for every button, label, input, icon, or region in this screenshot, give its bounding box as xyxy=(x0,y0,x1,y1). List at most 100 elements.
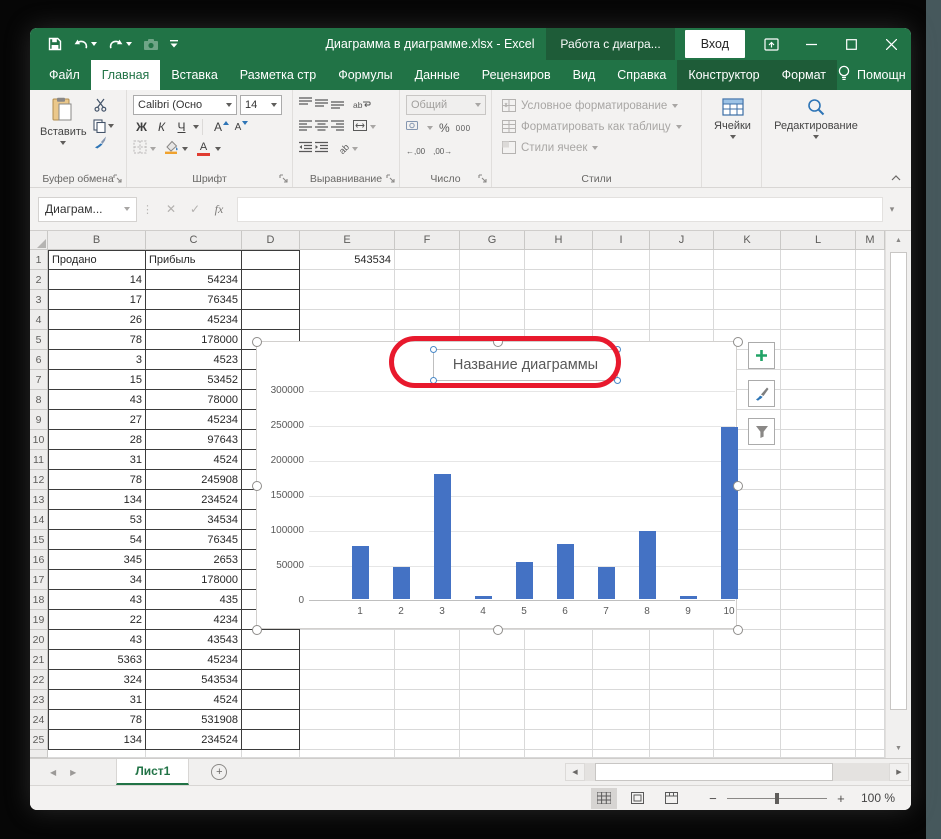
column-header-M[interactable]: M xyxy=(856,231,885,250)
cell-L20[interactable] xyxy=(781,630,856,650)
save-icon[interactable] xyxy=(48,37,62,51)
cell-G24[interactable] xyxy=(460,710,525,730)
cell-C20[interactable]: 43543 xyxy=(146,630,242,650)
cell-L16[interactable] xyxy=(781,550,856,570)
tab-справка[interactable]: Справка xyxy=(606,60,677,90)
cell-H22[interactable] xyxy=(525,670,593,690)
cell-F3[interactable] xyxy=(395,290,460,310)
dialog-launcher-icon[interactable] xyxy=(279,174,289,184)
cell-L12[interactable] xyxy=(781,470,856,490)
cell-C26[interactable] xyxy=(146,750,242,758)
cell-L11[interactable] xyxy=(781,450,856,470)
sign-in-button[interactable]: Вход xyxy=(685,30,745,58)
insert-function-icon[interactable]: fx xyxy=(207,202,231,217)
font-name-combo[interactable]: Calibri (Осно xyxy=(133,95,237,115)
chart-selection-handle[interactable] xyxy=(493,625,503,635)
cell-C6[interactable]: 4523 xyxy=(146,350,242,370)
tab-данные[interactable]: Данные xyxy=(404,60,471,90)
orientation-icon[interactable]: ab xyxy=(337,142,351,156)
minimize-button[interactable] xyxy=(791,28,831,60)
cell-F4[interactable] xyxy=(395,310,460,330)
cell-B5[interactable]: 78 xyxy=(48,330,146,350)
dropdown-arrow-icon[interactable] xyxy=(370,125,376,129)
expand-formula-bar-icon[interactable]: ▾ xyxy=(883,204,901,215)
cell-E2[interactable] xyxy=(300,270,395,290)
zoom-out-icon[interactable]: − xyxy=(707,791,719,806)
chart-bar-7[interactable] xyxy=(598,567,615,599)
select-all-corner[interactable] xyxy=(30,231,48,250)
row-header-9[interactable]: 9 xyxy=(30,410,48,430)
cell-K21[interactable] xyxy=(714,650,781,670)
row-header-5[interactable]: 5 xyxy=(30,330,48,350)
page-break-view-button[interactable] xyxy=(659,788,685,809)
cell-C23[interactable]: 4524 xyxy=(146,690,242,710)
cell-F20[interactable] xyxy=(395,630,460,650)
cell-D20[interactable] xyxy=(242,630,300,650)
next-sheet-icon[interactable]: ▶ xyxy=(70,768,76,777)
cell-J22[interactable] xyxy=(650,670,714,690)
cell-M14[interactable] xyxy=(856,510,885,530)
cell-M13[interactable] xyxy=(856,490,885,510)
cell-M26[interactable] xyxy=(856,750,885,758)
cell-L8[interactable] xyxy=(781,390,856,410)
dialog-launcher-icon[interactable] xyxy=(113,174,123,184)
row-header-22[interactable]: 22 xyxy=(30,670,48,690)
tab-формат[interactable]: Формат xyxy=(771,60,837,90)
dialog-launcher-icon[interactable] xyxy=(478,174,488,184)
cell-K25[interactable] xyxy=(714,730,781,750)
cell-K24[interactable] xyxy=(714,710,781,730)
scroll-down-icon[interactable]: ▼ xyxy=(886,739,911,758)
chart-bar-10[interactable] xyxy=(721,427,738,599)
cell-G20[interactable] xyxy=(460,630,525,650)
close-button[interactable] xyxy=(871,28,911,60)
cell-C13[interactable]: 234524 xyxy=(146,490,242,510)
cell-M4[interactable] xyxy=(856,310,885,330)
column-header-L[interactable]: L xyxy=(781,231,856,250)
cell-M6[interactable] xyxy=(856,350,885,370)
cell-J2[interactable] xyxy=(650,270,714,290)
copy-button[interactable] xyxy=(93,119,114,133)
title-handle[interactable] xyxy=(430,346,437,353)
cell-E25[interactable] xyxy=(300,730,395,750)
cell-J4[interactable] xyxy=(650,310,714,330)
shrink-font-button[interactable]: А xyxy=(233,118,250,136)
cell-L23[interactable] xyxy=(781,690,856,710)
cell-C11[interactable]: 4524 xyxy=(146,450,242,470)
increase-indent-icon[interactable] xyxy=(315,140,328,158)
row-header-25[interactable]: 25 xyxy=(30,730,48,750)
cell-B19[interactable]: 22 xyxy=(48,610,146,630)
cell-L2[interactable] xyxy=(781,270,856,290)
cell-E1[interactable]: 543534 xyxy=(300,250,395,270)
cell-L14[interactable] xyxy=(781,510,856,530)
cell-C25[interactable]: 234524 xyxy=(146,730,242,750)
cell-E26[interactable] xyxy=(300,750,395,758)
cell-M10[interactable] xyxy=(856,430,885,450)
cell-K23[interactable] xyxy=(714,690,781,710)
chart-bar-4[interactable] xyxy=(475,596,492,599)
column-header-B[interactable]: B xyxy=(48,231,146,250)
cell-L3[interactable] xyxy=(781,290,856,310)
cell-K1[interactable] xyxy=(714,250,781,270)
chart-selection-handle[interactable] xyxy=(252,481,262,491)
scroll-up-icon[interactable]: ▲ xyxy=(886,231,911,250)
dropdown-arrow-icon[interactable] xyxy=(150,147,156,151)
cell-M23[interactable] xyxy=(856,690,885,710)
cell-M8[interactable] xyxy=(856,390,885,410)
row-header-18[interactable]: 18 xyxy=(30,590,48,610)
cell-G22[interactable] xyxy=(460,670,525,690)
merge-center-icon[interactable] xyxy=(353,118,367,136)
tab-конструктор[interactable]: Конструктор xyxy=(677,60,770,90)
cell-I3[interactable] xyxy=(593,290,650,310)
cell-F21[interactable] xyxy=(395,650,460,670)
embedded-chart[interactable]: Название диаграммы 050000100000150000200… xyxy=(256,341,737,629)
cell-C15[interactable]: 76345 xyxy=(146,530,242,550)
row-header-3[interactable]: 3 xyxy=(30,290,48,310)
cell-F1[interactable] xyxy=(395,250,460,270)
undo-icon[interactable] xyxy=(73,38,97,51)
format-painter-icon[interactable] xyxy=(93,135,114,154)
scroll-left-icon[interactable]: ◀ xyxy=(565,763,585,781)
row-header-19[interactable]: 19 xyxy=(30,610,48,630)
font-size-combo[interactable]: 14 xyxy=(240,95,282,115)
tab-рецензиров[interactable]: Рецензиров xyxy=(471,60,562,90)
prev-sheet-icon[interactable]: ◀ xyxy=(50,768,56,777)
